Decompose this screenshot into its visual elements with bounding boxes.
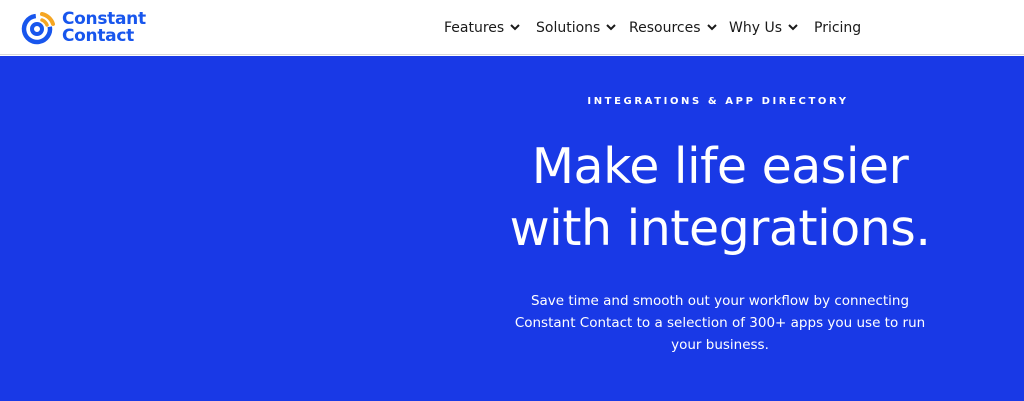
nav-item-label: Resources xyxy=(629,19,701,36)
hero-headline-line1: Make life easier xyxy=(531,138,909,195)
site-header: Constant Contact Features Solutions Reso… xyxy=(0,0,1024,55)
brand-name: Constant Contact xyxy=(62,11,146,45)
nav-item-label: Features xyxy=(444,19,505,36)
chevron-down-icon xyxy=(606,24,617,31)
constant-contact-logo-icon xyxy=(21,12,55,45)
brand-logo[interactable]: Constant Contact xyxy=(20,8,146,48)
hero-headline-line2: with integrations. xyxy=(509,200,931,257)
nav-item-label: Why Us xyxy=(729,19,782,36)
hero-headline: Make life easier with integrations. xyxy=(440,136,1000,260)
nav-item-label: Solutions xyxy=(536,19,601,36)
nav-item-resources[interactable]: Resources xyxy=(629,0,717,55)
brand-name-line2: Contact xyxy=(62,26,134,46)
chevron-down-icon xyxy=(510,24,520,31)
hero-eyebrow: INTEGRATIONS & APP DIRECTORY xyxy=(587,96,849,107)
nav-item-label: Pricing xyxy=(814,19,862,36)
nav-item-pricing[interactable]: Pricing xyxy=(814,0,861,55)
nav-item-solutions[interactable]: Solutions xyxy=(536,0,617,55)
nav-item-why-us[interactable]: Why Us xyxy=(729,0,798,55)
nav-item-features[interactable]: Features xyxy=(444,0,520,55)
chevron-down-icon xyxy=(788,24,798,31)
hero-subtext: Save time and smooth out your workflow b… xyxy=(514,293,926,353)
chevron-down-icon xyxy=(706,24,717,31)
